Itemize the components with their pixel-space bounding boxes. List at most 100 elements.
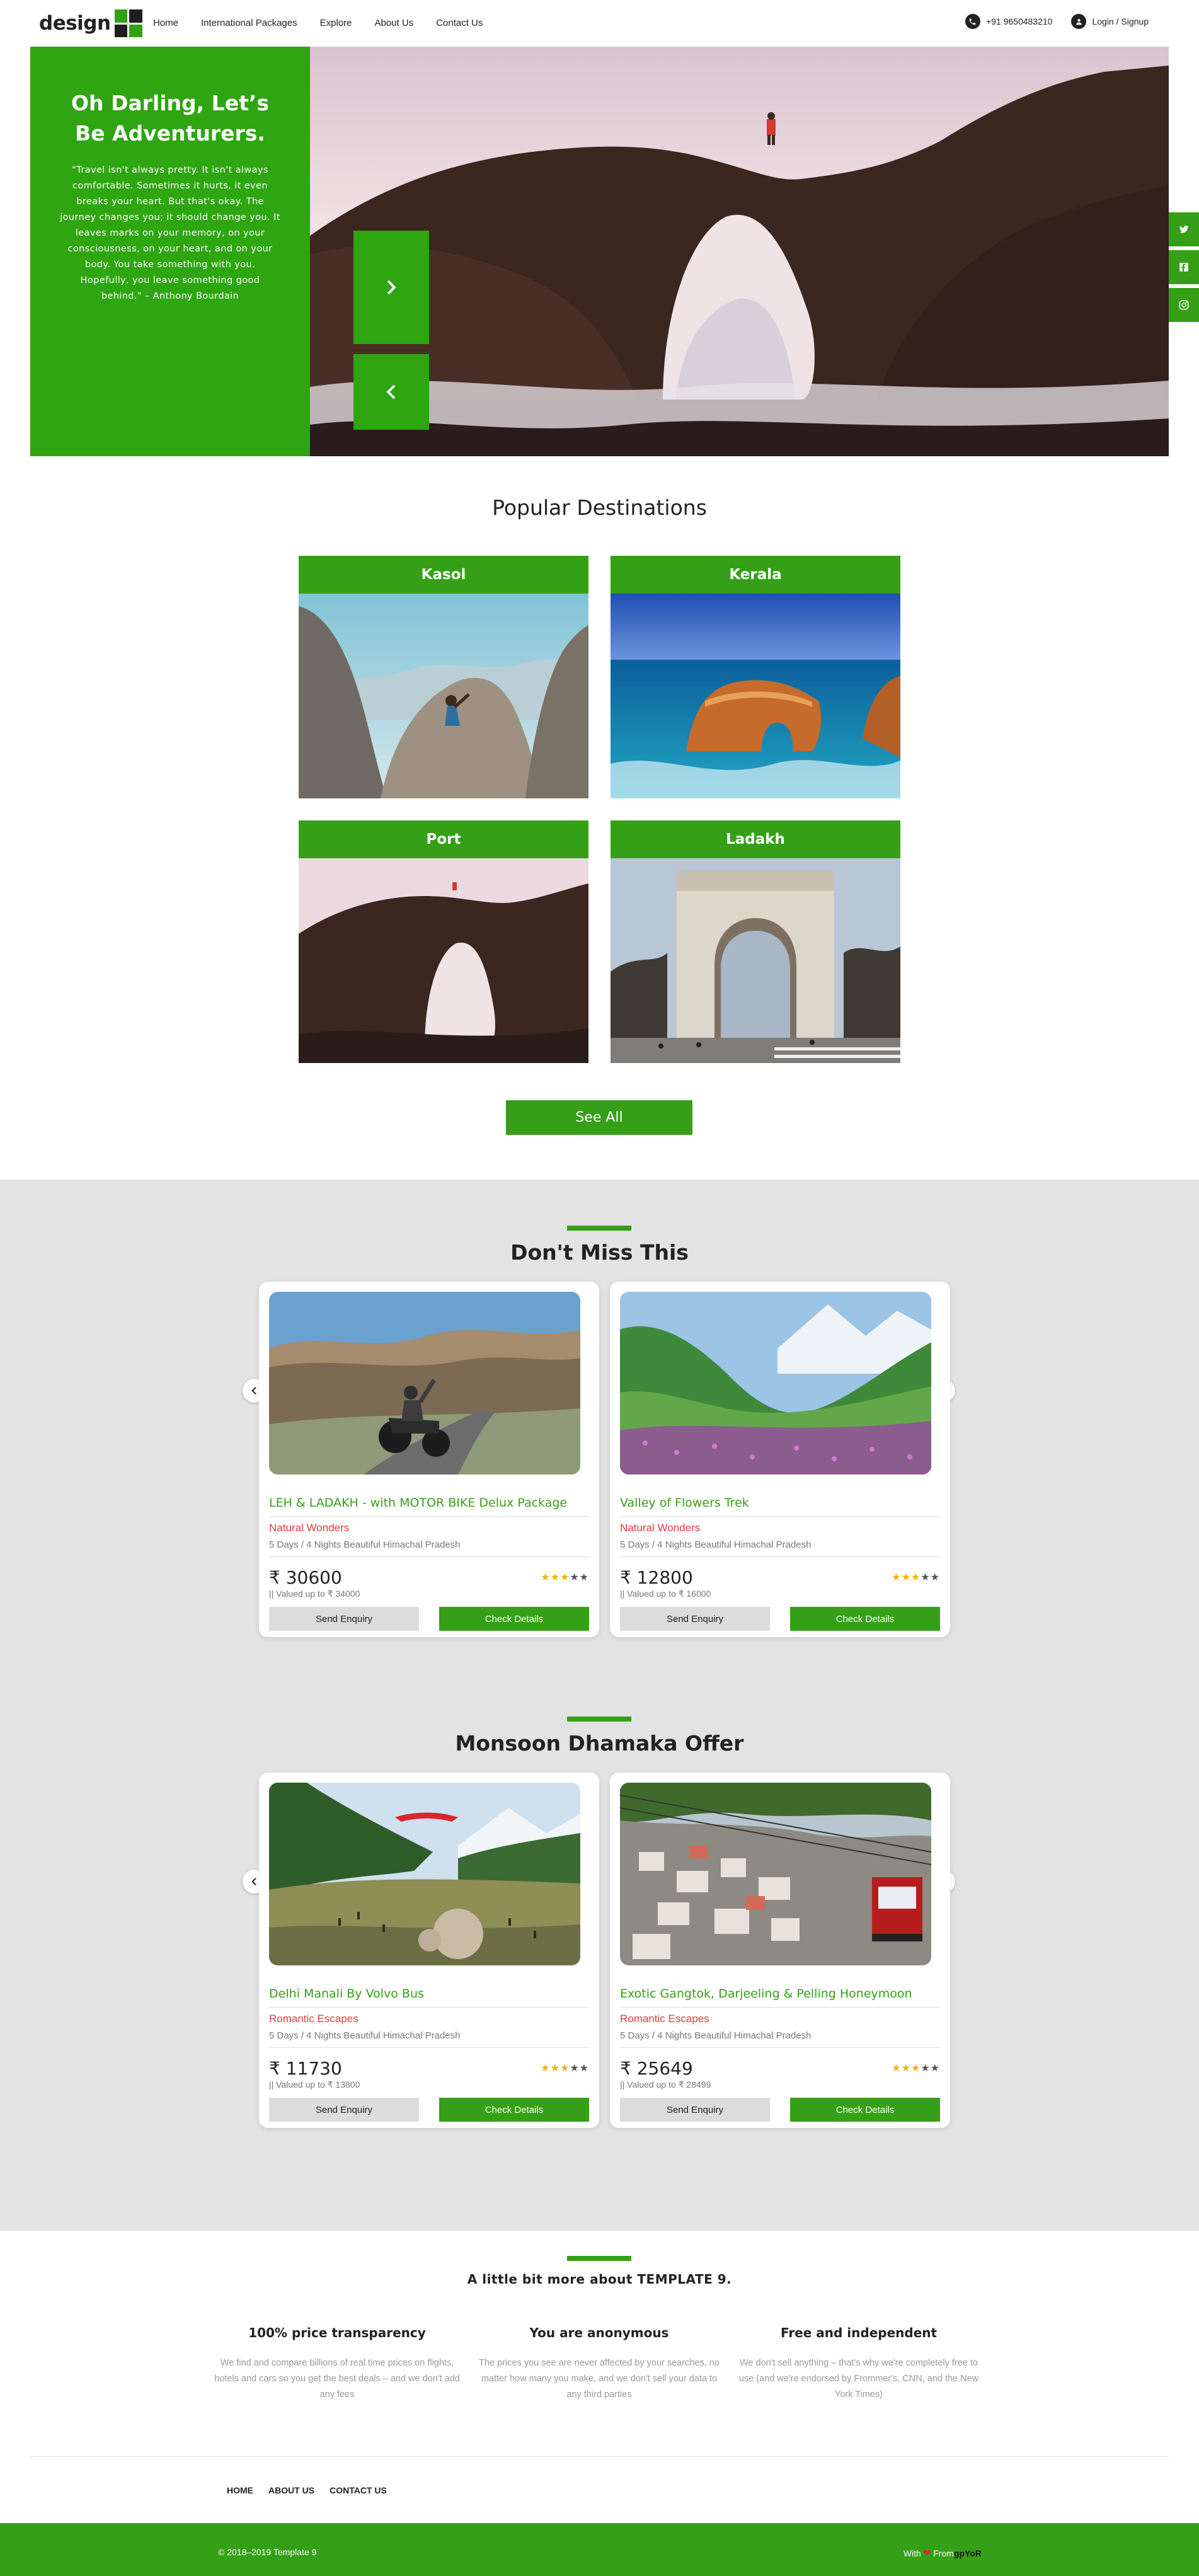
nav-explore[interactable]: Explore xyxy=(320,18,352,28)
package-card[interactable]: Exotic Gangtok, Darjeeling & Pelling Hon… xyxy=(610,1773,950,2128)
package-card[interactable]: Delhi Manali By Volvo Bus Romantic Escap… xyxy=(259,1773,599,2128)
star-icon: ★ xyxy=(892,2063,902,2074)
site-header: design Home International Packages Explo… xyxy=(0,0,1199,47)
hero-prev-button[interactable] xyxy=(353,354,429,430)
section-accent-bar xyxy=(567,1226,631,1231)
destination-card-kasol[interactable]: Kasol xyxy=(299,556,588,798)
star-icon: ★ xyxy=(901,1572,911,1583)
star-icon: ★ xyxy=(892,1572,902,1583)
package-title[interactable]: Exotic Gangtok, Darjeeling & Pelling Hon… xyxy=(620,1987,940,2001)
nav-home[interactable]: Home xyxy=(153,18,178,28)
star-icon: ★ xyxy=(930,2063,940,2074)
star-icon: ★ xyxy=(579,2063,589,2074)
star-icon: ★ xyxy=(910,2063,921,2074)
check-details-button[interactable]: Check Details xyxy=(790,1607,940,1631)
package-category: Romantic Escapes xyxy=(269,2013,359,2025)
star-icon: ★ xyxy=(921,1572,931,1583)
check-details-button[interactable]: Check Details xyxy=(790,2098,940,2122)
package-duration: 5 Days / 4 Nights Beautiful Himachal Pra… xyxy=(269,1539,461,1550)
destination-card-port[interactable]: Port xyxy=(299,820,588,1063)
package-valued: || Valued up to ₹ 13800 xyxy=(269,2079,360,2090)
hero-text-panel: Oh Darling, Let’s Be Adventurers. "Trave… xyxy=(30,47,310,456)
login-link[interactable]: Login / Signup xyxy=(1071,14,1149,29)
price-row: ₹ 11730 || Valued up to ₹ 13800 ★★★★★ xyxy=(269,2059,589,2090)
check-details-button[interactable]: Check Details xyxy=(439,2098,589,2122)
destination-image xyxy=(611,858,900,1063)
package-duration: 5 Days / 4 Nights Beautiful Himachal Pra… xyxy=(269,2030,461,2041)
divider xyxy=(269,2047,589,2048)
chevron-left-icon xyxy=(251,1386,256,1395)
heart-icon: ❤ xyxy=(922,2548,932,2559)
card-actions: Send Enquiry Check Details xyxy=(620,1607,940,1631)
divider xyxy=(620,2047,940,2048)
destination-label: Kasol xyxy=(299,556,588,594)
phone-link[interactable]: +91 9650483210 xyxy=(965,14,1052,29)
destination-label: Port xyxy=(299,820,588,858)
hero-next-button[interactable] xyxy=(353,231,429,344)
send-enquiry-button[interactable]: Send Enquiry xyxy=(620,1607,770,1631)
destination-label: Kerala xyxy=(611,556,900,594)
logo[interactable]: design xyxy=(39,9,142,38)
package-valued: || Valued up to ₹ 16000 xyxy=(620,1589,711,1599)
made-with-label: With xyxy=(903,2548,921,2558)
destination-label: Ladakh xyxy=(611,820,900,858)
footer-link-home[interactable]: HOME xyxy=(227,2485,253,2495)
divider xyxy=(620,1516,940,1517)
package-title[interactable]: Delhi Manali By Volvo Bus xyxy=(269,1987,589,2001)
copyright: © 2018–2019 Template 9 xyxy=(218,2547,317,2557)
package-image xyxy=(269,1292,580,1475)
logo-text: design xyxy=(39,12,111,35)
see-all-button[interactable]: See All xyxy=(506,1100,692,1135)
footer-link-contact-us[interactable]: CONTACT US xyxy=(330,2485,387,2495)
divider xyxy=(620,1556,940,1557)
star-rating: ★★★★★ xyxy=(892,2062,940,2074)
send-enquiry-button[interactable]: Send Enquiry xyxy=(269,2098,419,2122)
package-price: ₹ 11730 xyxy=(269,2058,342,2079)
twitter-icon[interactable] xyxy=(1169,212,1199,246)
feature-title: Free and independent xyxy=(780,2325,938,2340)
instagram-icon[interactable] xyxy=(1169,288,1199,322)
card-actions: Send Enquiry Check Details xyxy=(269,2098,589,2122)
header-right: +91 9650483210 Login / Signup xyxy=(946,14,1149,29)
chevron-left-icon xyxy=(251,1877,256,1886)
divider xyxy=(269,2007,589,2008)
star-icon: ★ xyxy=(901,2063,911,2074)
site-footer: © 2018–2019 Template 9 With ❤ From gpYoR xyxy=(0,2523,1199,2576)
package-card[interactable]: LEH & LADAKH - with MOTOR BIKE Delux Pac… xyxy=(259,1282,599,1637)
send-enquiry-button[interactable]: Send Enquiry xyxy=(269,1607,419,1631)
package-duration: 5 Days / 4 Nights Beautiful Himachal Pra… xyxy=(620,2030,812,2041)
package-title[interactable]: Valley of Flowers Trek xyxy=(620,1496,940,1510)
logo-mark-icon xyxy=(114,9,142,37)
facebook-icon[interactable] xyxy=(1169,250,1199,284)
user-icon xyxy=(1071,14,1087,29)
destination-image xyxy=(611,594,900,798)
destination-image xyxy=(299,594,588,798)
package-category: Romantic Escapes xyxy=(620,2013,709,2025)
check-details-button[interactable]: Check Details xyxy=(439,1607,589,1631)
card-actions: Send Enquiry Check Details xyxy=(620,2098,940,2122)
nav-contact-us[interactable]: Contact Us xyxy=(436,18,483,28)
feature-text: We don't sell anything – that's why we'r… xyxy=(738,2358,979,2400)
package-image xyxy=(620,1292,931,1475)
package-duration: 5 Days / 4 Nights Beautiful Himachal Pra… xyxy=(620,1539,812,1550)
chevron-right-icon xyxy=(387,280,396,295)
hero-slider: Oh Darling, Let’s Be Adventurers. "Trave… xyxy=(30,47,1169,456)
popular-destinations-title: Popular Destinations xyxy=(492,495,707,520)
from-label: From xyxy=(933,2548,954,2558)
footer-link-about-us[interactable]: ABOUT US xyxy=(268,2485,314,2495)
nav-international-packages[interactable]: International Packages xyxy=(201,18,297,28)
made-with: With ❤ From gpYoR xyxy=(904,2547,982,2560)
star-icon: ★ xyxy=(550,1572,560,1583)
destination-card-kerala[interactable]: Kerala xyxy=(611,556,900,798)
price-row: ₹ 30600 || Valued up to ₹ 34000 ★★★★★ xyxy=(269,1568,589,1599)
nav-about-us[interactable]: About Us xyxy=(374,18,413,28)
star-rating: ★★★★★ xyxy=(541,2062,589,2074)
star-icon: ★ xyxy=(559,1572,570,1583)
package-card[interactable]: Valley of Flowers Trek Natural Wonders 5… xyxy=(610,1282,950,1637)
send-enquiry-button[interactable]: Send Enquiry xyxy=(620,2098,770,2122)
destination-card-ladakh[interactable]: Ladakh xyxy=(611,820,900,1063)
package-title[interactable]: LEH & LADAKH - with MOTOR BIKE Delux Pac… xyxy=(269,1496,589,1510)
section-title: Don't Miss This xyxy=(510,1240,689,1265)
offers-background xyxy=(0,1180,1199,2231)
brand-name[interactable]: gpYoR xyxy=(954,2548,982,2558)
